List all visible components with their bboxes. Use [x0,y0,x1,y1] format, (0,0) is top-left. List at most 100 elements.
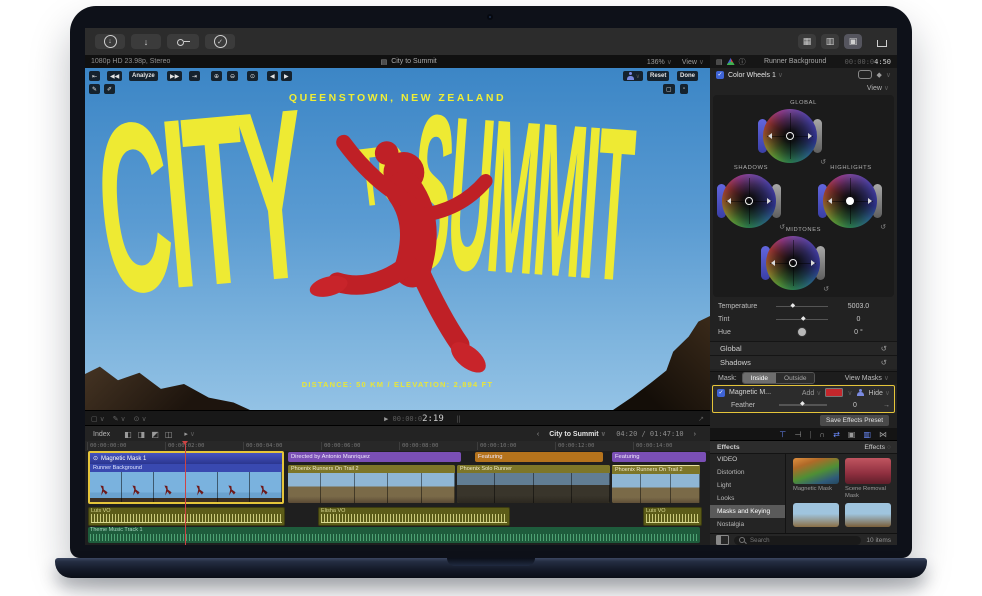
analyze-button[interactable]: Analyze [129,71,158,81]
mask-add-dropdown[interactable]: Add ∨ [802,389,822,397]
tool-selector[interactable]: ▸ ∨ [184,430,195,438]
search-input[interactable] [748,536,856,545]
retime-button[interactable]: ⊙ ∨ [134,415,147,423]
wheel-reset-icon[interactable]: ↺ [823,285,829,293]
insert-edit-icon[interactable]: ⊣ [794,430,801,439]
video-clip[interactable]: Phoenix Solo Runner [457,465,610,503]
zoom-in-button[interactable]: ⊕ [211,71,222,81]
subject-icon[interactable] [857,389,865,397]
background-tasks-button[interactable]: ✓ [205,34,235,49]
temperature-value[interactable]: 5003.0 [828,303,889,310]
media-browser-icon[interactable]: ▣ [848,430,856,439]
index-button[interactable]: Index [93,431,110,438]
clip-appearance-button[interactable]: ▢ ∨ [91,415,105,423]
effects-category[interactable]: Distortion [710,466,785,479]
video-clip[interactable]: Phoenix Runners On Trail 2 [288,465,455,503]
feather-slider[interactable]: ◆ [779,404,827,406]
browser-view-button[interactable]: ▦ [798,34,816,49]
wheel-puck[interactable] [846,197,854,205]
view-dropdown[interactable]: View ∨ [682,58,704,66]
skimmer-icon[interactable]: ⋈ [879,430,887,439]
mask-inside-tab[interactable]: Inside [743,373,776,383]
trim-tool-icon[interactable]: ⊤ [779,430,786,439]
effect-thumbnail-magnetic-mask[interactable] [793,458,839,484]
video-clip[interactable]: Phoenix Runners On Trail 2 [612,465,700,503]
color-inspector-icon[interactable] [727,58,735,65]
section-reset-icon[interactable]: ↺ [881,358,887,367]
prev-project-button[interactable]: ‹ [537,431,539,438]
runner-background-clip-label[interactable]: Runner Background [90,464,282,472]
mask-outside-tab[interactable]: Outside [776,373,814,383]
panel-view-button[interactable]: ▥ [821,34,839,49]
keyword-editor-button[interactable] [167,34,199,49]
fast-forward-button[interactable]: ▶▶ [167,71,182,81]
mask-color-swatch[interactable] [825,388,843,397]
next-frame-button[interactable]: ▶ [281,71,292,81]
export-button[interactable]: ↓ [131,34,161,49]
append-clip-icon[interactable]: ◩ [151,430,159,439]
selected-clip-magnetic-mask[interactable]: ⊙ Magnetic Mask 1 Runner Background [88,451,284,504]
overwrite-clip-icon[interactable]: ◫ [165,430,173,439]
title-clip[interactable]: Directed by Antonio Manriquez [288,452,461,462]
wheel-puck[interactable] [789,259,797,267]
tools-button[interactable]: ✎ ∨ [113,415,126,423]
audio-clip[interactable]: Luis VO [643,507,702,526]
wheel-puck[interactable] [745,197,753,205]
music-clip[interactable]: Theme Music Track 1 [88,527,700,543]
audio-monitor-icon[interactable]: ∩ [819,430,825,439]
highlights-color-wheel[interactable]: ↺ [823,174,877,228]
global-color-wheel[interactable]: ↺ [763,109,817,163]
insert-clip-icon[interactable]: ◨ [138,430,146,439]
section-reset-icon[interactable]: ↺ [881,344,887,353]
clip-filmstrip[interactable] [90,472,282,502]
fullscreen-button[interactable]: ↗ [698,415,704,423]
zoom-out-button[interactable]: ⊖ [227,71,238,81]
effect-thumbnail[interactable] [793,503,839,527]
effects-settings-icon[interactable]: ○ [887,444,891,451]
shadows-color-wheel[interactable]: ↺ [722,174,776,228]
erase-tool-button[interactable]: ✐ [104,84,115,94]
effect-thumbnail-scene-removal[interactable] [845,458,891,484]
import-media-button[interactable]: ↓ [95,34,125,49]
keyframe-diamond-icon[interactable]: ◆ [876,71,881,79]
hue-knob[interactable] [776,327,828,339]
swap-edit-icon[interactable]: ⇄ [833,430,840,439]
effects-category[interactable]: Light [710,479,785,492]
timeline-view-button[interactable]: ▣ [844,34,862,49]
effect-thumbnail[interactable] [845,503,891,527]
view-masks-dropdown[interactable]: View Masks ∨ [845,374,889,382]
mask-hide-dropdown[interactable]: Hide ∨ [869,389,890,397]
effects-browser-icon[interactable]: ▥ [863,430,871,439]
tint-slider[interactable]: ◆ [776,319,828,321]
timeline-project-dropdown[interactable]: City to Summit ∨ [549,430,606,438]
mini-overlay-button[interactable]: ▫ [680,84,688,94]
connect-clip-icon[interactable]: ◧ [124,430,132,439]
keyframe-next-icon[interactable]: → [883,402,890,409]
midtones-color-wheel[interactable]: ↺ [766,236,820,290]
effect-options-chevron[interactable]: ∨ [886,71,891,79]
color-mask-icon[interactable] [858,70,872,79]
effect-enabled-checkbox[interactable]: ✓ [716,71,724,79]
audio-clip[interactable]: Elisha VO [318,507,510,526]
magnetic-mask-title-clip[interactable]: ⊙ Magnetic Mask 1 [90,453,282,464]
playhead[interactable] [185,441,186,545]
effect-title-dropdown[interactable]: Color Wheels 1 ∨ [728,71,783,79]
viewer-canvas[interactable]: QUEENSTOWN, NEW ZEALAND CITY TO SUMMIT [85,68,710,410]
tint-value[interactable]: 0 [828,316,889,323]
prev-frame-button[interactable]: ◀ [267,71,278,81]
audio-clip[interactable]: Luis VO [88,507,285,526]
video-inspector-icon[interactable]: ▤ [716,58,723,66]
global-section-row[interactable]: Global ↺ [710,341,897,355]
save-effects-preset-button[interactable]: Save Effects Preset [820,415,889,426]
done-button[interactable]: Done [677,71,698,81]
go-to-end-button[interactable]: ⇥ [189,71,200,81]
wheels-view-dropdown[interactable]: View ∨ [867,84,889,92]
shadows-section-row[interactable]: Shadows ↺ [710,355,897,369]
temperature-slider[interactable]: ◆ [776,306,828,308]
effects-category[interactable]: Nostalgia [710,518,785,531]
effects-category[interactable]: VIDEO [710,453,785,466]
zoom-level-dropdown[interactable]: 136% ∨ [647,58,672,66]
feather-value[interactable]: 0 [833,402,877,409]
draw-tool-button[interactable]: ✎ [89,84,100,94]
crop-overlay-button[interactable]: ▢ [663,84,675,94]
